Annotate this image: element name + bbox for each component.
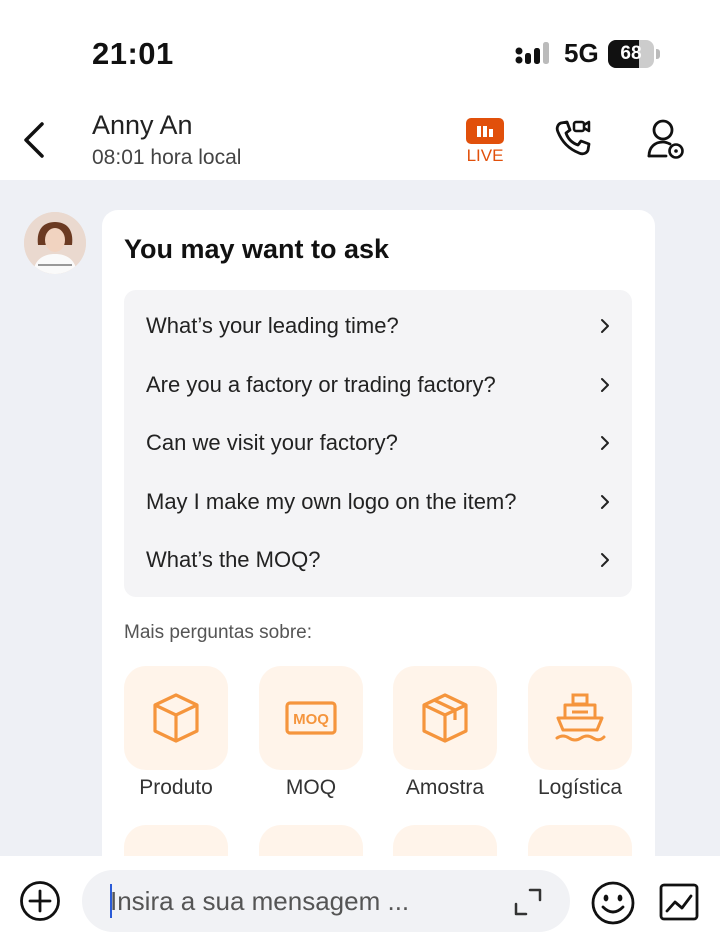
topic-tile	[528, 666, 632, 770]
video-phone-icon	[555, 120, 591, 156]
question-text: What’s your leading time?	[146, 313, 399, 338]
emoji-button[interactable]	[590, 880, 636, 926]
more-questions-label: Mais perguntas sobre:	[124, 622, 312, 643]
back-button[interactable]	[18, 116, 52, 164]
user-settings-icon	[647, 119, 684, 159]
topic-tile[interactable]	[393, 825, 497, 856]
topic-tile	[124, 666, 228, 770]
sticker-icon	[659, 883, 699, 921]
contact-avatar[interactable]	[24, 212, 86, 274]
status-bar: 21:01 5G 68	[0, 0, 720, 100]
battery-level: 68	[620, 43, 642, 64]
contact-name[interactable]: Anny An	[92, 110, 193, 141]
suggested-questions: What’s your leading time? Are you a fact…	[124, 290, 632, 597]
topic-tile: MOQ	[259, 666, 363, 770]
chevron-right-icon	[601, 553, 609, 567]
topic-label: Amostra	[405, 776, 485, 799]
topic-label: Logística	[537, 776, 623, 799]
expand-input-button[interactable]	[512, 886, 544, 918]
live-label: LIVE	[466, 146, 504, 165]
smiley-icon	[591, 881, 635, 925]
suggested-question[interactable]: Can we visit your factory?	[124, 414, 632, 472]
question-text: What’s the MOQ?	[146, 547, 321, 572]
suggested-question[interactable]: What’s your leading time?	[124, 297, 632, 355]
message-input-box[interactable]	[82, 870, 570, 932]
contact-profile-button[interactable]	[646, 118, 686, 160]
status-time: 21:01	[92, 36, 174, 71]
suggested-question[interactable]: Are you a factory or trading factory?	[124, 356, 632, 414]
question-text: Are you a factory or trading factory?	[146, 372, 496, 397]
topic-tile[interactable]	[259, 825, 363, 856]
sticker-button[interactable]	[658, 882, 700, 922]
signal-icon	[515, 42, 549, 64]
topic-label: Produto	[139, 776, 213, 799]
question-text: May I make my own logo on the item?	[146, 489, 517, 514]
ship-icon	[555, 693, 606, 742]
box-icon	[153, 693, 199, 743]
text-caret	[110, 884, 112, 918]
chevron-right-icon	[601, 436, 609, 450]
chevron-right-icon	[601, 319, 609, 333]
add-attachment-button[interactable]	[19, 880, 61, 922]
chat-header: Anny An 08:01 hora local LIVE	[0, 100, 720, 180]
suggestion-title: You may want to ask	[124, 234, 390, 264]
topic-tile[interactable]	[124, 825, 228, 856]
live-stream-icon	[466, 118, 504, 144]
video-call-button[interactable]	[553, 118, 593, 158]
message-composer	[0, 856, 720, 944]
moq-icon-text: MOQ	[293, 711, 329, 728]
topic-tile	[393, 666, 497, 770]
moq-icon: MOQ	[285, 701, 337, 735]
battery-indicator: 68	[608, 40, 660, 68]
question-text: Can we visit your factory?	[146, 430, 398, 455]
chevron-right-icon	[601, 378, 609, 392]
plus-circle-icon	[20, 881, 60, 921]
topic-tile[interactable]	[528, 825, 632, 856]
sample-box-icon	[422, 693, 468, 743]
suggested-question[interactable]: What’s the MOQ?	[124, 531, 632, 589]
suggestion-card: You may want to ask What’s your leading …	[102, 210, 655, 856]
live-button[interactable]: LIVE	[462, 114, 508, 166]
topic-label: MOQ	[285, 776, 337, 799]
chevron-right-icon	[601, 495, 609, 509]
suggested-question[interactable]: May I make my own logo on the item?	[124, 473, 632, 531]
network-type: 5G	[564, 38, 599, 68]
message-input[interactable]	[110, 880, 500, 922]
chat-area[interactable]: You may want to ask What’s your leading …	[0, 180, 720, 856]
expand-icon	[514, 888, 542, 916]
contact-local-time: 08:01 hora local	[92, 146, 242, 169]
